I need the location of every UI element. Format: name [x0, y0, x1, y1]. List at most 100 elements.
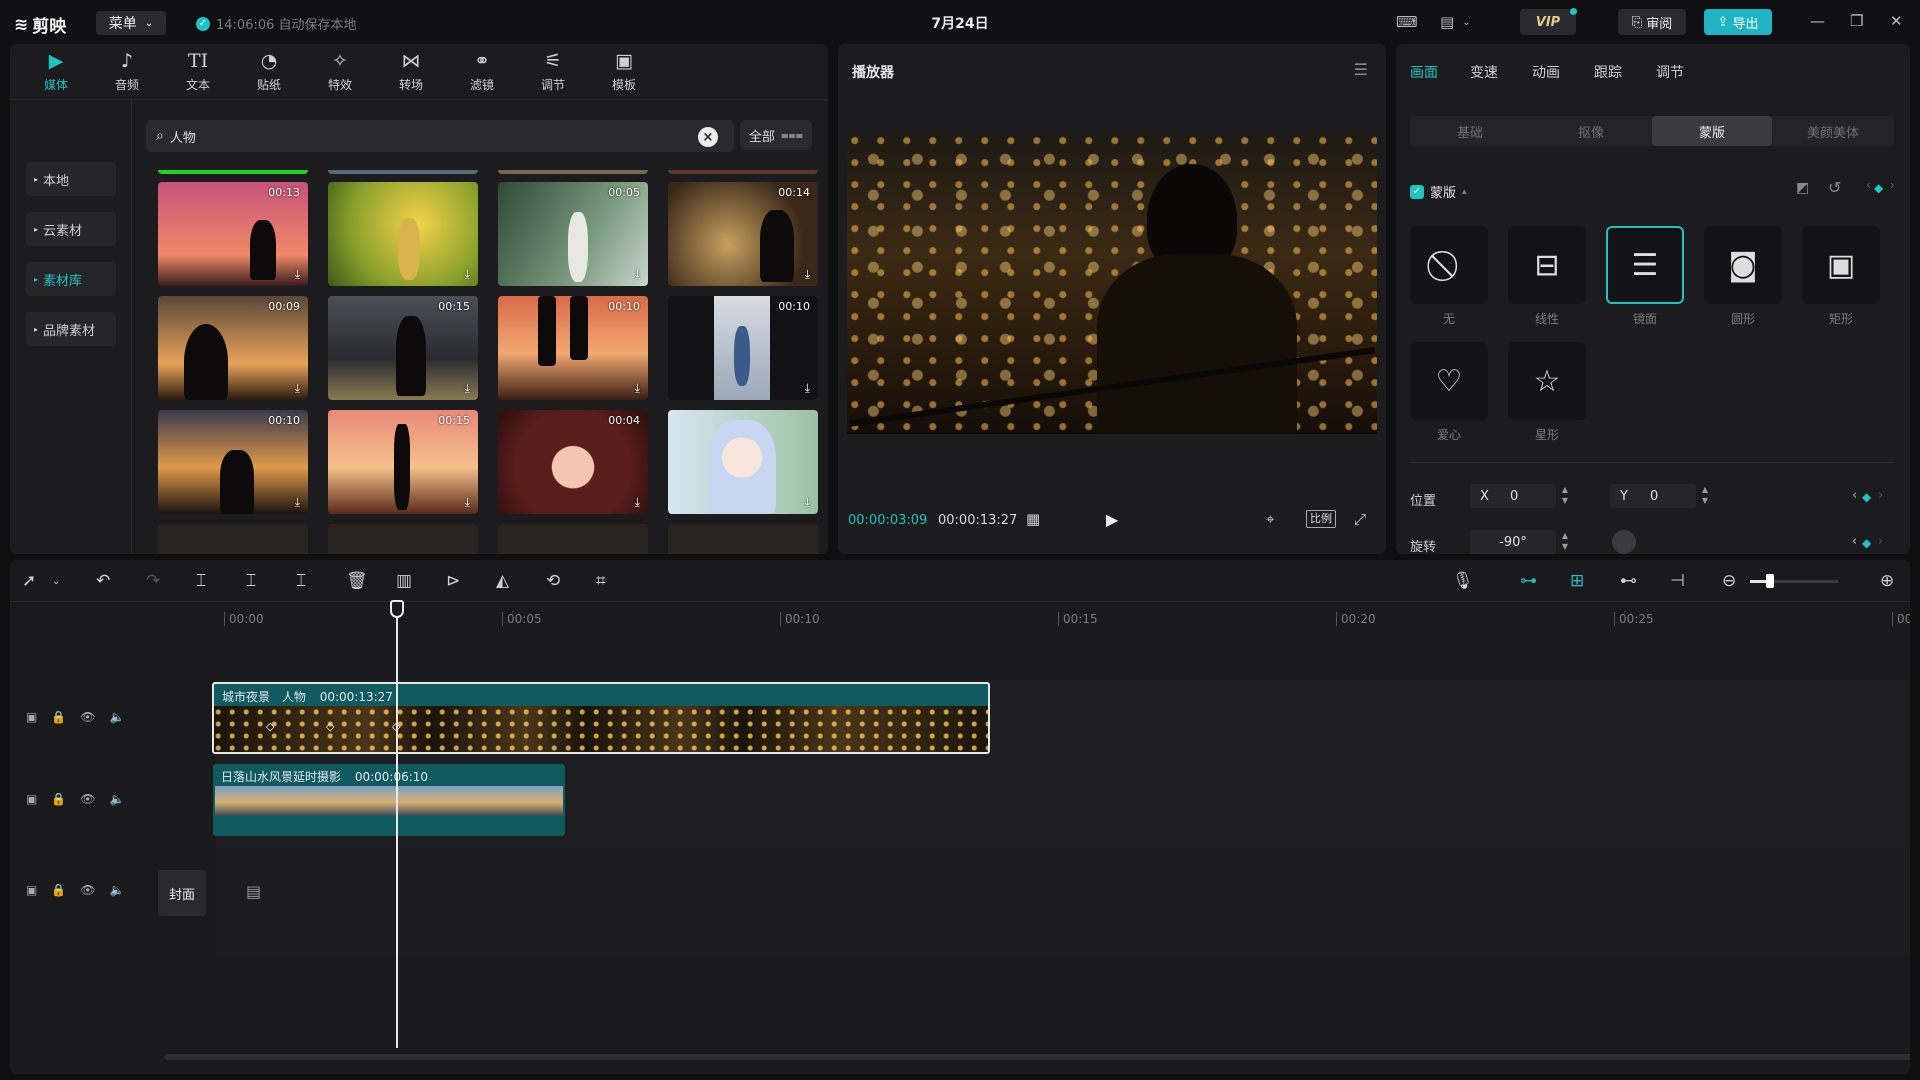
apply-all-icon[interactable]: ◩ — [1796, 180, 1809, 196]
mask-section-header[interactable]: ✓ 蒙版 ▴ — [1410, 182, 1467, 201]
speaker-icon[interactable]: 🔈 — [110, 710, 125, 724]
redo-icon[interactable]: ↷ — [146, 571, 160, 591]
zoom-slider[interactable] — [1750, 574, 1838, 588]
main-track-magnet-icon[interactable]: ⊶ — [1520, 571, 1537, 591]
tab-media[interactable]: ▶ 媒体 — [28, 48, 84, 96]
keyframe-prev-icon[interactable]: ‹ — [1866, 178, 1871, 192]
split-icon[interactable]: ⌶ — [196, 571, 206, 591]
keyframe-diamond-icon[interactable]: ◆ — [1874, 181, 1883, 195]
mask-rectangle[interactable]: ▣ — [1802, 226, 1880, 304]
export-button[interactable]: ⇪ 导出 — [1704, 9, 1772, 35]
cover-image-icon[interactable]: ▤ — [246, 882, 261, 901]
eye-icon[interactable]: 👁 — [80, 792, 95, 806]
video-preview[interactable] — [847, 134, 1377, 434]
maximize-icon[interactable]: ❐ — [1850, 12, 1863, 30]
mask-checkbox[interactable]: ✓ — [1410, 184, 1424, 199]
position-y-field[interactable]: Y 0 — [1610, 484, 1696, 508]
media-thumbnail[interactable]: 00:10 ⤓ — [668, 296, 818, 400]
media-thumbnail[interactable]: 00:04 ⤓ — [498, 410, 648, 514]
tab-speed[interactable]: 变速 — [1470, 62, 1498, 82]
mask-star[interactable]: ☆ — [1508, 342, 1586, 420]
media-thumbnail[interactable] — [668, 524, 818, 554]
mask-linear[interactable]: ⊟ — [1508, 226, 1586, 304]
preview-axis-icon[interactable]: ⊣ — [1670, 571, 1685, 591]
zoom-handle[interactable] — [1766, 574, 1774, 588]
cover-button[interactable]: 封面 — [158, 870, 206, 916]
layout-icon[interactable]: ▤ ⌄ — [1440, 12, 1471, 32]
track-toggle-icon[interactable]: ▣ — [26, 792, 37, 806]
tab-transition[interactable]: ⋈ 转场 — [383, 48, 439, 96]
eye-icon[interactable]: 👁 — [80, 710, 95, 724]
tab-text[interactable]: TI 文本 — [170, 48, 226, 96]
aspect-ratio-button[interactable]: 比例 — [1306, 510, 1336, 528]
sidebar-item-cloud[interactable]: ▸ 云素材 — [26, 212, 116, 246]
position-x-field[interactable]: X 0 — [1470, 484, 1556, 508]
review-button[interactable]: ⎘ 审阅 — [1618, 9, 1686, 35]
track-toggle-icon[interactable]: ▣ — [26, 883, 37, 897]
tab-adjust[interactable]: 调节 — [1656, 62, 1684, 82]
speaker-icon[interactable]: 🔈 — [110, 792, 125, 806]
mask-circle[interactable]: ◙ — [1704, 226, 1782, 304]
mask-mirror[interactable]: ☰ — [1606, 226, 1684, 304]
vip-button[interactable]: VIP — [1520, 9, 1576, 35]
crop-icon[interactable]: ⌗ — [596, 571, 606, 591]
media-thumbnail[interactable]: 00:10 ⤓ — [498, 296, 648, 400]
keyframe-diamond-icon[interactable]: ◆ — [1862, 536, 1871, 550]
mirror-flip-icon[interactable]: ◭ — [496, 571, 509, 591]
y-stepper[interactable]: ▲ ▼ — [1698, 484, 1712, 508]
rotate-icon[interactable]: ⟲ — [546, 571, 560, 591]
select-cursor-icon[interactable]: ➚ — [22, 571, 36, 591]
horizontal-scrollbar[interactable] — [164, 1054, 1910, 1060]
trim-right-icon[interactable]: ⌶ — [296, 571, 306, 591]
fullscreen-icon[interactable]: ⤢ — [1354, 510, 1366, 528]
rotate-field[interactable]: -90° — [1470, 530, 1556, 554]
download-icon[interactable]: ⤓ — [635, 495, 640, 510]
reset-icon[interactable]: ↺ — [1828, 178, 1841, 197]
download-icon[interactable]: ⤓ — [635, 381, 640, 396]
sidebar-item-library[interactable]: ▸ 素材库 — [26, 262, 116, 296]
microphone-icon[interactable]: 🎙 — [1452, 571, 1474, 591]
media-thumbnail[interactable]: 00:09 ⤓ — [158, 296, 308, 400]
download-icon[interactable]: ⤓ — [465, 381, 470, 396]
zoom-in-icon[interactable]: ⊕ — [1880, 571, 1894, 591]
search-input[interactable]: ⌕ 人物 — [146, 120, 734, 152]
tab-effects[interactable]: ✧ 特效 — [312, 48, 368, 96]
media-thumbnail[interactable]: ⤓ — [668, 170, 818, 174]
auto-snap-icon[interactable]: ⊞ — [1570, 571, 1584, 591]
media-thumbnail[interactable] — [498, 524, 648, 554]
keyframe-diamond-icon[interactable]: ◇ — [266, 720, 274, 733]
download-icon[interactable]: ⤓ — [805, 381, 810, 396]
lock-icon[interactable]: 🔒 — [51, 710, 66, 724]
screenshot-focus-icon[interactable]: ⌖ — [1266, 510, 1274, 528]
overlay-video-clip[interactable]: 日落山水风景延时摄影 00:00:06:10 — [213, 764, 565, 836]
media-thumbnail[interactable]: 00:05 ⤓ — [498, 182, 648, 286]
subtab-beauty[interactable]: 美颜美体 — [1773, 116, 1893, 146]
trim-left-icon[interactable]: ⌶ — [246, 571, 256, 591]
play-icon[interactable]: ▶ — [1106, 510, 1118, 529]
download-icon[interactable]: ⤓ — [805, 267, 810, 282]
keyframe-diamond-icon[interactable]: ◆ — [1862, 490, 1871, 504]
sidebar-item-brand[interactable]: ▸ 品牌素材 — [26, 312, 116, 346]
sidebar-item-local[interactable]: ▸ 本地 — [26, 162, 116, 196]
rotate-stepper[interactable]: ▲ ▼ — [1558, 530, 1572, 554]
rotate-dial[interactable] — [1612, 530, 1636, 554]
media-thumbnail[interactable] — [158, 524, 308, 554]
keyframe-next-icon[interactable]: › — [1890, 178, 1895, 192]
download-icon[interactable]: ⤓ — [465, 267, 470, 282]
media-thumbnail[interactable] — [328, 524, 478, 554]
track-toggle-icon[interactable]: ▣ — [26, 710, 37, 724]
tab-audio[interactable]: ♪ 音频 — [99, 48, 155, 96]
download-icon[interactable]: ⤓ — [465, 495, 470, 510]
freeze-frame-icon[interactable]: ▥ — [396, 571, 412, 591]
download-icon[interactable]: ⤓ — [295, 495, 300, 510]
media-thumbnail[interactable]: 00:15 ⤓ — [328, 296, 478, 400]
link-icon[interactable]: ⊷ — [1620, 571, 1637, 591]
delete-icon[interactable]: 🗑 — [346, 571, 368, 591]
reverse-play-icon[interactable]: ⊳ — [446, 571, 460, 591]
media-thumbnail[interactable]: ⤓ — [158, 170, 308, 174]
mask-none[interactable]: ⃠ — [1410, 226, 1488, 304]
media-thumbnail[interactable]: ⤓ — [328, 170, 478, 174]
menu-button[interactable]: 菜单 ⌄ — [96, 11, 166, 35]
subtab-cutout[interactable]: 抠像 — [1531, 116, 1651, 146]
keyframe-prev-icon[interactable]: ‹ — [1852, 534, 1857, 549]
